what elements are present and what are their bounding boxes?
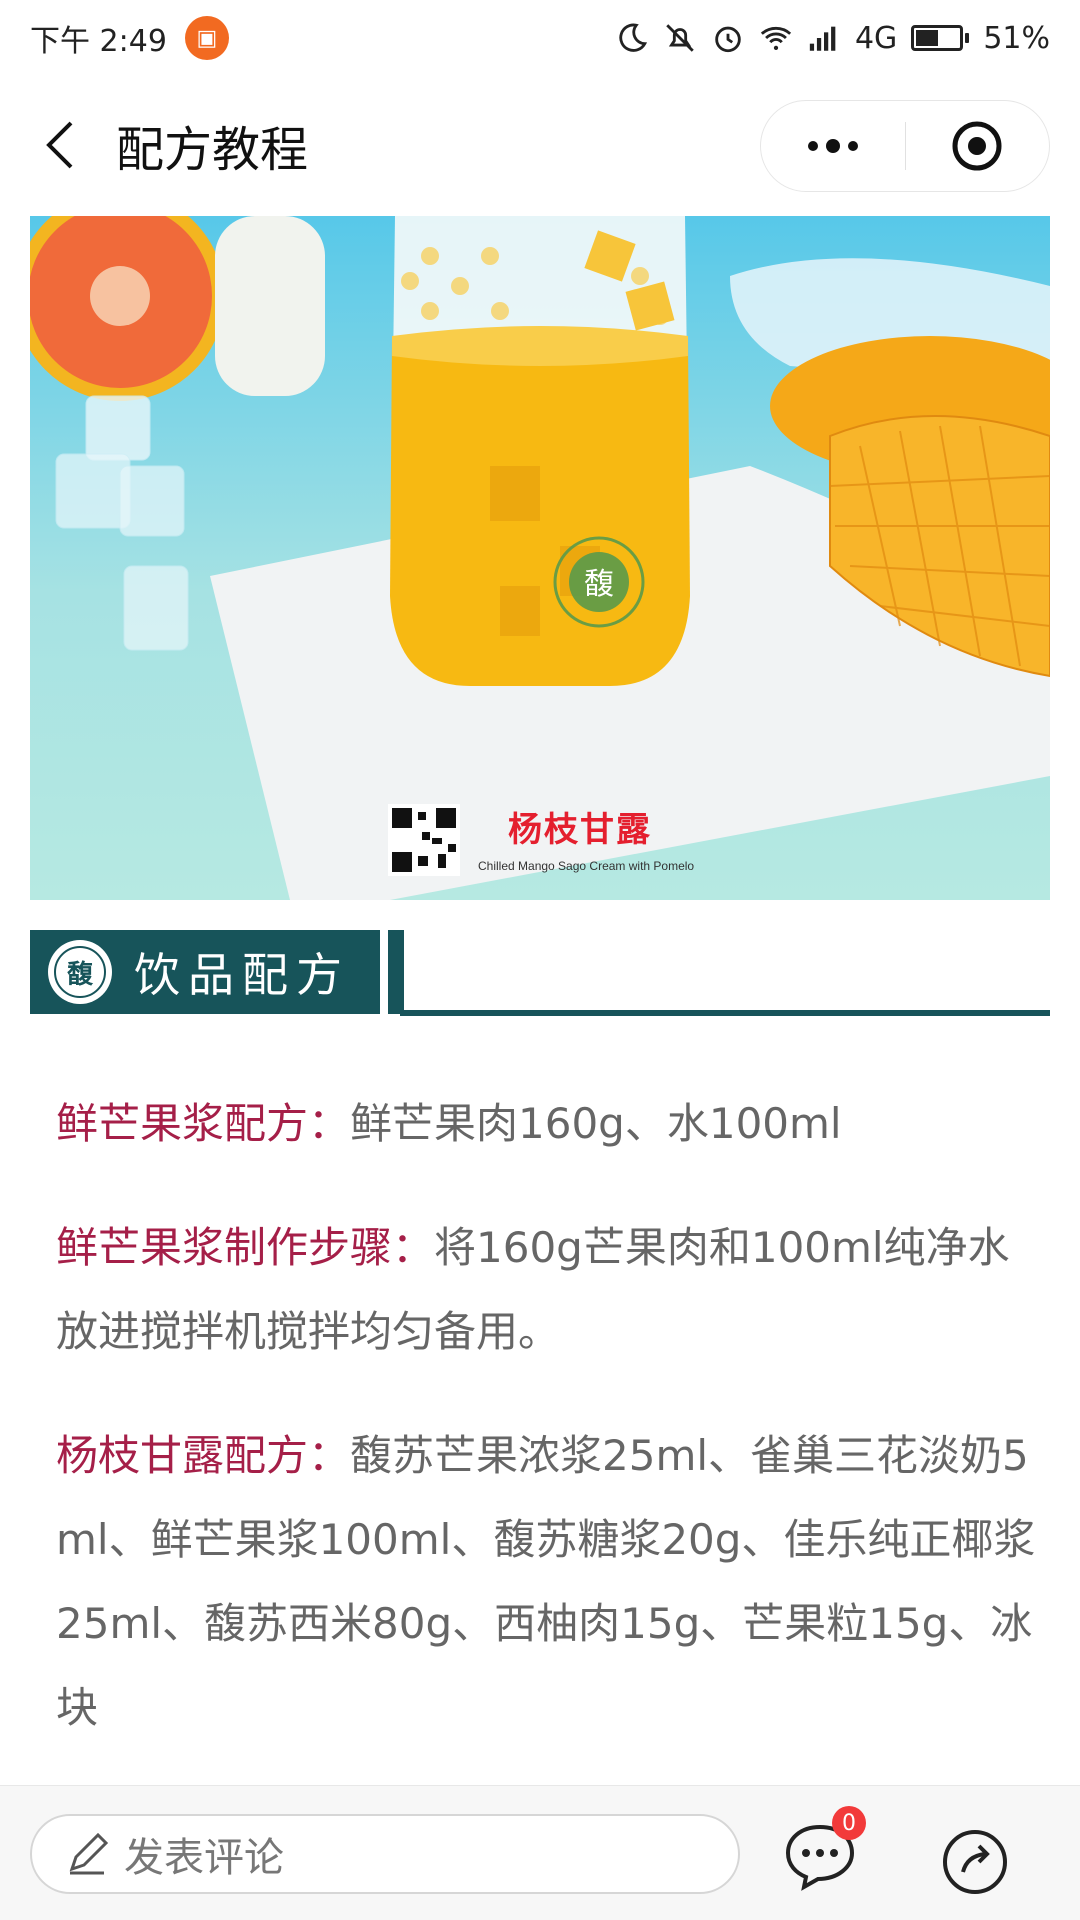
mute-bell-icon (666, 24, 694, 52)
recipe-label: 鲜芒果浆配方： (56, 1099, 351, 1148)
share-icon (943, 1830, 1007, 1894)
comment-placeholder: 发表评论 (124, 1835, 284, 1881)
battery-icon (911, 25, 970, 51)
section-title: 饮品配方 (134, 948, 350, 1002)
wifi-icon (760, 26, 792, 51)
recipe-label: 鲜芒果浆制作步骤： (56, 1223, 435, 1272)
comment-count-badge: 0 (832, 1806, 866, 1840)
more-button[interactable] (761, 100, 905, 192)
moon-icon (619, 23, 648, 52)
comments-button[interactable]: 0 (780, 1806, 866, 1896)
alarm-icon (715, 26, 741, 53)
drink-illustration: 馥 (30, 216, 1050, 900)
recipe-paragraph: 杨枝甘露配方：馥苏芒果浓浆25ml、雀巢三花淡奶5ml、鲜芒果浆100ml、馥苏… (56, 1414, 1036, 1750)
chevron-left-icon (46, 121, 73, 169)
share-button[interactable] (935, 1822, 1015, 1902)
app-notification-icon: ▣ (184, 16, 229, 60)
nav-bar: 配方教程 (0, 90, 1080, 200)
pen-icon (69, 1832, 109, 1875)
status-time: 下午 2:49 (30, 24, 167, 59)
hero-caption: 杨枝甘露 Chilled Mango Sago Cream with Pomel… (478, 802, 694, 873)
status-bar: 下午 2:49 ▣ 4G 51% (0, 0, 1080, 76)
recipe-paragraph: 鲜芒果浆配方：鲜芒果肉160g、水100ml (56, 1082, 1036, 1166)
brand-logo-icon: 馥 (48, 940, 112, 1004)
recipe-body: 鲜芒果浆配方：鲜芒果肉160g、水100ml 鲜芒果浆制作步骤：将160g芒果肉… (56, 1082, 1036, 1790)
comment-bar: 发表评论 0 (0, 1785, 1080, 1920)
battery-percent: 51% (983, 20, 1050, 56)
section-tab: 馥 饮品配方 (30, 930, 404, 1014)
network-type: 4G (854, 20, 898, 56)
recipe-label: 杨枝甘露配方： (56, 1431, 351, 1480)
comment-input[interactable]: 发表评论 (30, 1814, 740, 1894)
recipe-paragraph: 鲜芒果浆制作步骤：将160g芒果肉和100ml纯净水放进搅拌机搅拌均匀备用。 (56, 1206, 1036, 1374)
section-divider (400, 1010, 1050, 1016)
miniprogram-capsule (760, 100, 1050, 192)
hero-drink-subtitle: Chilled Mango Sago Cream with Pomelo (478, 859, 695, 873)
target-circle-icon (952, 121, 1002, 171)
signal-icon (809, 26, 836, 51)
section-header: 馥 饮品配方 (30, 930, 1050, 1018)
hero-image: 馥 杨枝甘露 Chilled Mango Sago Cream with Pom… (30, 216, 1050, 900)
page-title: 配方教程 (116, 122, 309, 178)
hero-drink-title: 杨枝甘露 (508, 811, 652, 849)
close-miniprogram-button[interactable] (905, 100, 1049, 192)
recipe-text: 鲜芒果肉160g、水100ml (350, 1099, 842, 1148)
hero-seal-logo: 馥 (584, 567, 614, 602)
more-dots-icon (807, 141, 818, 151)
back-button[interactable] (30, 115, 90, 175)
